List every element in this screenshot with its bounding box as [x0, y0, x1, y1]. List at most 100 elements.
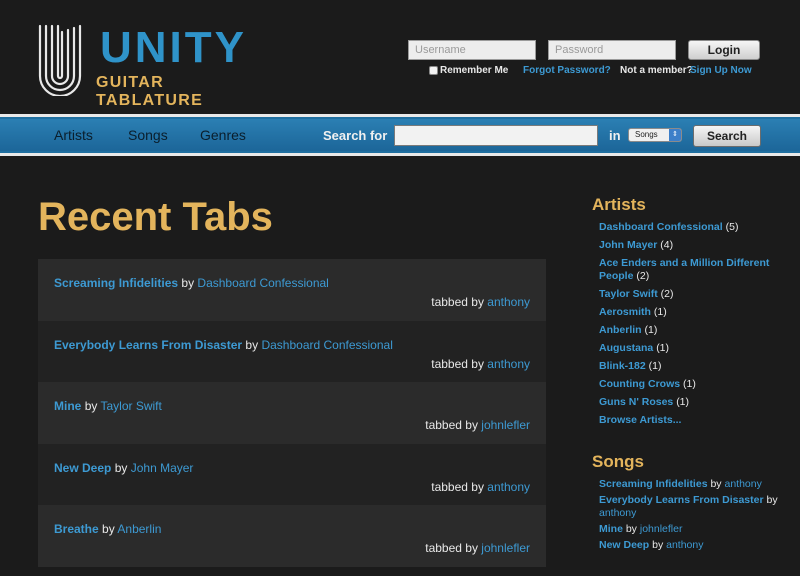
- sidebar-artist-item: Anberlin (1): [599, 324, 792, 337]
- tab-row: Mine by Taylor Swift tabbed by johnlefle…: [38, 382, 546, 444]
- tab-by-label: by: [245, 337, 259, 352]
- search-button[interactable]: Search: [693, 125, 761, 147]
- tab-credit: tabbed by johnlefler: [425, 418, 530, 432]
- tab-song-link[interactable]: Mine: [54, 399, 81, 413]
- select-arrows-icon: ⇕: [669, 129, 681, 141]
- sidebar-artist-count: (1): [644, 324, 658, 336]
- search-in-label: in: [609, 128, 621, 143]
- tab-credit: tabbed by johnlefler: [425, 541, 530, 555]
- sidebar-artist-count: (1): [648, 360, 662, 372]
- sidebar-song-link[interactable]: Everybody Learns From Disaster: [599, 494, 764, 506]
- tab-row: Breathe by Anberlin tabbed by johnlefler: [38, 505, 546, 567]
- sidebar-artist-item: Taylor Swift (2): [599, 288, 792, 301]
- sidebar-artist-item: John Mayer (4): [599, 239, 792, 252]
- tab-song-link[interactable]: Everybody Learns From Disaster: [54, 338, 242, 352]
- tab-credit: tabbed by anthony: [431, 480, 530, 494]
- tab-row: Everybody Learns From Disaster by Dashbo…: [38, 320, 546, 382]
- sidebar-song-user-link[interactable]: anthony: [599, 507, 636, 519]
- tab-title: Screaming Infidelities by Dashboard Conf…: [54, 276, 329, 290]
- tab-row: New Deep by John Mayer tabbed by anthony: [38, 443, 546, 505]
- browse-artists-link[interactable]: Browse Artists...: [599, 414, 681, 426]
- sidebar-artist-link[interactable]: John Mayer: [599, 239, 657, 251]
- tab-song-link[interactable]: Breathe: [54, 522, 99, 536]
- sidebar-song-by: by: [652, 539, 664, 551]
- search-input[interactable]: [394, 125, 598, 146]
- login-form: Login Remember Me Forgot Password? Not a…: [408, 40, 768, 80]
- sidebar-artist-count: (2): [660, 288, 674, 300]
- sidebar-artist-link[interactable]: Dashboard Confessional: [599, 221, 723, 233]
- tab-artist-link[interactable]: Taylor Swift: [101, 399, 162, 413]
- tab-artist-link[interactable]: Dashboard Confessional: [261, 338, 392, 352]
- sidebar-artist-link[interactable]: Counting Crows: [599, 378, 680, 390]
- tab-by-label: by: [84, 399, 98, 413]
- member-question: Not a member?: [620, 65, 693, 76]
- sidebar-song-link[interactable]: New Deep: [599, 539, 649, 551]
- sidebar-songs-list: Screaming Infidelities by anthony Everyb…: [592, 478, 792, 552]
- recent-tabs-list: Screaming Infidelities by Dashboard Conf…: [38, 259, 546, 567]
- sidebar-artist-count: (5): [725, 221, 739, 233]
- sidebar-artist-count: (2): [636, 270, 650, 282]
- search-scope-select[interactable]: Songs ⇕: [628, 128, 682, 142]
- sidebar-artist-item: Blink-182 (1): [599, 360, 792, 373]
- nav-inner: Artists Songs Genres Search for in Songs…: [0, 119, 800, 151]
- sidebar-artist-count: (4): [660, 239, 674, 251]
- nav-artists[interactable]: Artists: [54, 127, 93, 143]
- sidebar-artist-item: Augustana (1): [599, 342, 792, 355]
- sidebar-artist-link[interactable]: Blink-182: [599, 360, 646, 372]
- tabbed-by-label: tabbed by: [431, 356, 484, 371]
- username-input[interactable]: [408, 40, 536, 60]
- tab-artist-link[interactable]: Anberlin: [117, 522, 161, 536]
- page-title: Recent Tabs: [38, 195, 273, 239]
- sidebar-song-link[interactable]: Mine: [599, 523, 623, 535]
- sidebar-song-item: New Deep by anthony: [599, 539, 792, 552]
- tab-artist-link[interactable]: John Mayer: [131, 461, 194, 475]
- tab-user-link[interactable]: johnlefler: [481, 541, 530, 555]
- nav-songs[interactable]: Songs: [128, 127, 168, 143]
- tab-artist-link[interactable]: Dashboard Confessional: [197, 276, 328, 290]
- sidebar-artist-link[interactable]: Taylor Swift: [599, 288, 658, 300]
- tab-user-link[interactable]: anthony: [487, 295, 530, 309]
- sidebar-artists-list: Dashboard Confessional (5) John Mayer (4…: [592, 221, 792, 427]
- forgot-password-link[interactable]: Forgot Password?: [523, 65, 611, 76]
- brand-tagline: GUITAR TABLATURE: [96, 74, 204, 109]
- search-for-label: Search for: [323, 128, 388, 143]
- sidebar-song-user-link[interactable]: johnlefler: [640, 523, 683, 535]
- tab-title: New Deep by John Mayer: [54, 461, 193, 475]
- unity-logo-icon: [38, 24, 82, 96]
- sidebar-artist-item: Aerosmith (1): [599, 306, 792, 319]
- sidebar-artist-link[interactable]: Aerosmith: [599, 306, 651, 318]
- tab-song-link[interactable]: New Deep: [54, 461, 111, 475]
- nav-genres[interactable]: Genres: [200, 127, 246, 143]
- tab-title: Breathe by Anberlin: [54, 522, 161, 536]
- tab-by-label: by: [181, 276, 195, 290]
- tab-credit: tabbed by anthony: [431, 357, 530, 371]
- sidebar-song-link[interactable]: Screaming Infidelities: [599, 478, 708, 490]
- tabbed-by-label: tabbed by: [425, 418, 478, 432]
- tab-song-link[interactable]: Screaming Infidelities: [54, 276, 178, 290]
- remember-me-checkbox[interactable]: [429, 66, 438, 75]
- tab-user-link[interactable]: johnlefler: [481, 418, 530, 432]
- tab-title: Everybody Learns From Disaster by Dashbo…: [54, 338, 393, 352]
- site-logo[interactable]: UNITY GUITAR TABLATURE: [36, 24, 266, 109]
- sidebar-artist-link[interactable]: Ace Enders and a Million Different Peopl…: [599, 257, 769, 282]
- sidebar-artists-heading: Artists: [592, 195, 646, 214]
- sidebar-song-user-link[interactable]: anthony: [724, 478, 761, 490]
- remember-me-label: Remember Me: [440, 65, 509, 76]
- sidebar-song-item: Screaming Infidelities by anthony: [599, 478, 792, 491]
- tab-user-link[interactable]: anthony: [487, 480, 530, 494]
- signup-link[interactable]: Sign Up Now: [690, 65, 752, 76]
- login-button[interactable]: Login: [688, 40, 760, 60]
- sidebar-artist-link[interactable]: Guns N' Roses: [599, 396, 673, 408]
- sidebar-song-user-link[interactable]: anthony: [666, 539, 703, 551]
- tab-credit: tabbed by anthony: [431, 295, 530, 309]
- sidebar-artist-link[interactable]: Augustana: [599, 342, 653, 354]
- tab-user-link[interactable]: anthony: [487, 357, 530, 371]
- sidebar-song-by: by: [710, 478, 722, 490]
- sidebar-artist-link[interactable]: Anberlin: [599, 324, 642, 336]
- tab-by-label: by: [102, 522, 115, 536]
- sidebar-artist-item: Counting Crows (1): [599, 378, 792, 391]
- password-input[interactable]: [548, 40, 676, 60]
- tabbed-by-label: tabbed by: [431, 479, 484, 494]
- sidebar-song-by: by: [625, 523, 637, 535]
- sidebar-artist-count: (1): [656, 342, 670, 354]
